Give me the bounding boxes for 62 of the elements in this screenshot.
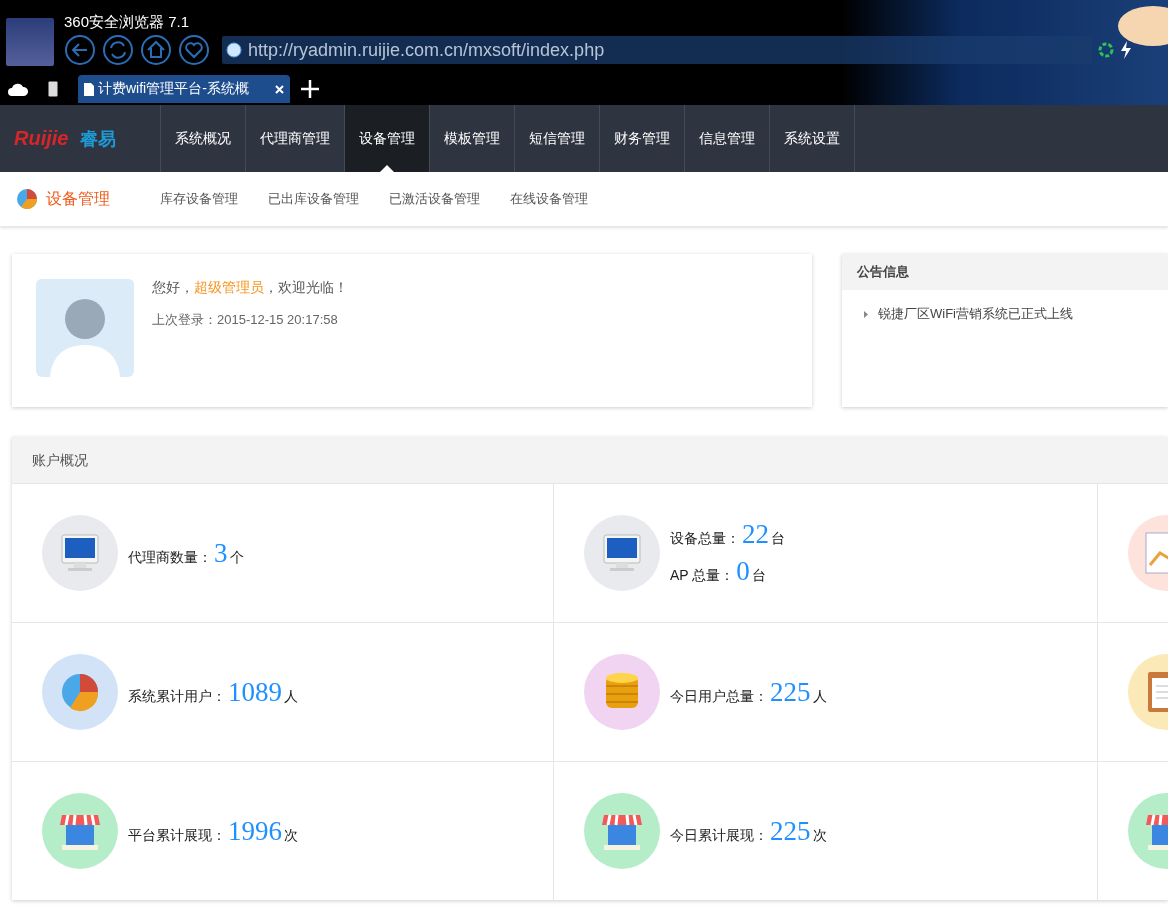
- monitor-icon: [584, 515, 660, 591]
- shop-icon: [42, 793, 118, 869]
- address-bar[interactable]: http://ryadmin.ruijie.com.cn/mxsoft/index.php: [222, 36, 1092, 64]
- nav-tab[interactable]: 设备管理: [345, 105, 430, 172]
- stat-value: 1996: [228, 815, 282, 847]
- stat-value: 225: [770, 676, 811, 708]
- stat-label: 设备总量：: [670, 530, 740, 548]
- stat-label: 今日用户总量：: [670, 687, 768, 706]
- shop-icon: [584, 793, 660, 869]
- stat-value: 1089: [228, 676, 282, 708]
- favorite-icon[interactable]: [178, 34, 210, 66]
- refresh-icon[interactable]: [102, 34, 134, 66]
- subnav-link[interactable]: 已出库设备管理: [268, 190, 359, 208]
- nav-tab[interactable]: 系统概况: [161, 105, 246, 172]
- greeting-text: 您好，超级管理员，欢迎光临！: [152, 279, 348, 297]
- coins-icon: [584, 654, 660, 730]
- panel-title: 账户概况: [12, 437, 1168, 483]
- section-title: 设备管理: [46, 188, 110, 209]
- stat-label: 今日累计展现：: [670, 826, 768, 845]
- phone-icon[interactable]: [48, 81, 58, 97]
- pie-icon: [42, 654, 118, 730]
- stat-value: 0: [736, 556, 750, 587]
- cloud-icon[interactable]: [8, 82, 28, 96]
- new-tab-icon[interactable]: [300, 79, 320, 99]
- stat-value: 3: [214, 537, 228, 569]
- stat-unit: 台: [771, 530, 785, 548]
- page-icon: [84, 82, 94, 96]
- lightning-icon[interactable]: [1120, 41, 1132, 59]
- nav-tab[interactable]: 模板管理: [430, 105, 515, 172]
- stat-label: AP 总量：: [670, 567, 735, 585]
- subnav-link[interactable]: 已激活设备管理: [389, 190, 480, 208]
- moon-picture: [1118, 6, 1168, 46]
- nav-tab[interactable]: 系统设置: [770, 105, 855, 172]
- notice-title: 公告信息: [842, 254, 1168, 290]
- nav-tab[interactable]: 信息管理: [685, 105, 770, 172]
- nav-tab[interactable]: 短信管理: [515, 105, 600, 172]
- close-icon[interactable]: [275, 84, 284, 94]
- stat-unit: 次: [284, 826, 298, 845]
- browser-title: 360安全浏览器 7.1: [64, 12, 190, 32]
- stat-value: 225: [770, 815, 811, 847]
- stat-unit: 台: [751, 567, 766, 585]
- notice-link[interactable]: 锐捷厂区WiFi营销系统已正式上线: [842, 290, 1168, 323]
- brand-name[interactable]: 睿易: [80, 126, 117, 151]
- stat-unit: 人: [284, 687, 298, 706]
- pie-chart-icon: [16, 188, 38, 210]
- browser-tab[interactable]: 计费wifi管理平台-系统概: [78, 75, 290, 103]
- skin-thumbnail[interactable]: [6, 18, 54, 66]
- stat-unit: 个: [229, 548, 244, 567]
- subnav-link[interactable]: 库存设备管理: [160, 190, 238, 208]
- stat-label: 系统累计用户：: [128, 687, 226, 706]
- monitor-icon: [42, 515, 118, 591]
- stat-value: 22: [742, 519, 769, 550]
- last-login-text: 上次登录：2015-12-15 20:17:58: [152, 311, 339, 329]
- stat-label: 平台累计展现：: [128, 826, 226, 845]
- stat-unit: 次: [812, 826, 827, 845]
- home-icon[interactable]: [140, 34, 172, 66]
- stat-label: 代理商数量：: [128, 548, 212, 567]
- subnav-link[interactable]: 在线设备管理: [510, 190, 588, 208]
- bullet-icon: [864, 310, 868, 318]
- back-icon[interactable]: [64, 34, 96, 66]
- nav-tab[interactable]: 财务管理: [600, 105, 685, 172]
- stat-unit: 人: [812, 687, 827, 706]
